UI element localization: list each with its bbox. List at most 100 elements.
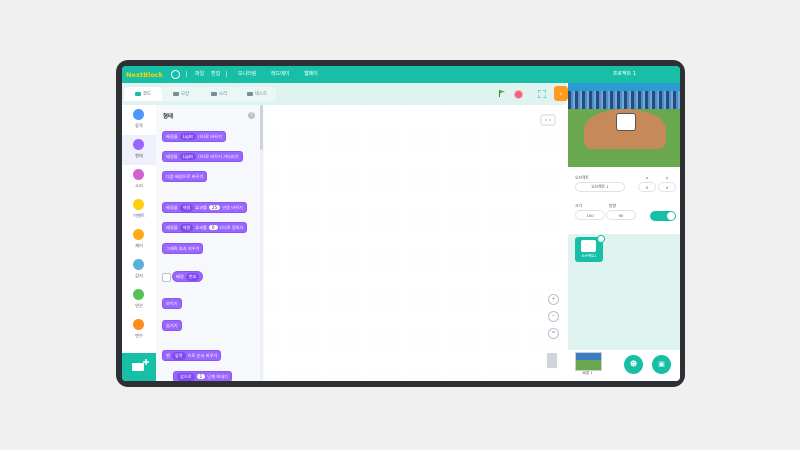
sprite-ghost-icon bbox=[540, 114, 556, 126]
category-dot bbox=[133, 289, 144, 300]
text-code-icon bbox=[246, 92, 253, 96]
logo-text: NextBlock bbox=[126, 70, 163, 79]
backdrop-dropdown[interactable]: Light bbox=[179, 153, 197, 160]
sprite-thumbnail bbox=[581, 240, 596, 252]
tab-text[interactable]: 텍스트 bbox=[238, 87, 276, 101]
fullscreen-icon[interactable] bbox=[538, 90, 546, 98]
number-name-dropdown[interactable]: 번호 bbox=[185, 272, 200, 281]
sprite-name-label: 오브젝트 bbox=[575, 175, 589, 180]
trash-icon[interactable] bbox=[547, 353, 557, 368]
zoom-in-icon[interactable]: + bbox=[548, 294, 559, 305]
backdrop-dropdown[interactable]: Light bbox=[179, 133, 197, 140]
help-icon[interactable]: ? bbox=[248, 112, 255, 119]
x-field[interactable]: 0 bbox=[638, 182, 656, 192]
category-sound[interactable]: 소리 bbox=[122, 165, 156, 195]
block-change-effect[interactable]: 배경을 색깔 효과를 25 만큼 바꾸기 bbox=[162, 202, 247, 213]
menu-monitoring[interactable]: 모니터링 bbox=[238, 70, 256, 77]
add-sprite-icon: ☻ bbox=[629, 360, 638, 368]
direction-label: 방향 bbox=[609, 203, 616, 208]
block-set-effect[interactable]: 배경을 색깔 효과를 0 (으)로 정하기 bbox=[162, 222, 248, 233]
tab-sounds[interactable]: 소리 bbox=[200, 87, 238, 101]
stop-icon[interactable] bbox=[514, 90, 523, 99]
speaker-icon bbox=[210, 92, 217, 96]
menu-file[interactable]: 파일 bbox=[195, 70, 204, 77]
palette-scrollbar[interactable] bbox=[260, 105, 263, 380]
monitor-checkbox[interactable] bbox=[162, 273, 171, 282]
category-dot bbox=[133, 259, 144, 270]
block-palette: 형태 ? 배경을 Light (으)로 바꾸기 배경을 Light (으)로 바꾸기 기… bbox=[156, 105, 265, 381]
block-switch-backdrop[interactable]: 배경을 Light (으)로 바꾸기 bbox=[162, 131, 226, 142]
category-dot bbox=[133, 169, 144, 180]
sprite-info-panel: 오브젝트 x y 오브젝트 1 0 0 크기 방향 100 90 bbox=[568, 167, 680, 235]
category-sensing[interactable]: 감지 bbox=[122, 255, 156, 285]
code-icon bbox=[134, 92, 141, 96]
block-show[interactable]: 보이기 bbox=[162, 298, 182, 309]
script-workspace[interactable] bbox=[264, 105, 566, 381]
block-backdrop-number[interactable]: 배경 번호 bbox=[172, 271, 204, 282]
category-control[interactable]: 제어 bbox=[122, 225, 156, 255]
block-clear-effects[interactable]: 그래픽 효과 지우기 bbox=[162, 243, 204, 254]
visibility-toggle[interactable] bbox=[650, 211, 676, 221]
category-operators[interactable]: 연산 bbox=[122, 285, 156, 315]
category-dot bbox=[133, 319, 144, 330]
menu-divider bbox=[226, 71, 227, 77]
category-variables[interactable]: 변수 bbox=[122, 315, 156, 345]
effect-dropdown[interactable]: 색깔 bbox=[179, 203, 194, 212]
direction-dropdown[interactable]: 앞으로 bbox=[177, 372, 195, 381]
effect-value-input[interactable]: 0 bbox=[208, 225, 218, 230]
direction-field[interactable]: 90 bbox=[606, 210, 636, 220]
layer-dropdown[interactable]: 앞쪽 bbox=[171, 351, 186, 360]
tab-code[interactable]: 코드 bbox=[124, 87, 162, 101]
stage-toggle-button[interactable]: › bbox=[554, 86, 568, 101]
sprite-name-field[interactable]: 오브젝트 1 bbox=[575, 182, 625, 192]
category-dot bbox=[133, 109, 144, 120]
sprite-card[interactable]: 오브젝트1 bbox=[575, 235, 605, 262]
backdrop-label: 배경 1 bbox=[582, 371, 593, 375]
block-categories: 동작 형태 소리 이벤트 제어 감지 연산 변수 bbox=[122, 105, 156, 381]
project-title[interactable]: 프로젝트 1 bbox=[613, 70, 636, 77]
globe-icon[interactable] bbox=[171, 70, 180, 79]
app-window: NextBlock 파일 편집 모니터링 레드메이 웹페이 프로젝트 1 코드 … bbox=[122, 66, 680, 381]
scroll-thumb[interactable] bbox=[260, 105, 263, 150]
block-go-to-layer[interactable]: 맨 앞쪽 으로 순서 바꾸기 bbox=[162, 350, 222, 361]
zoom-reset-icon[interactable]: = bbox=[548, 328, 559, 339]
tab-costumes[interactable]: 모양 bbox=[162, 87, 200, 101]
category-dot bbox=[133, 229, 144, 240]
category-looks[interactable]: 형태 bbox=[122, 135, 156, 165]
menu-edit[interactable]: 편집 bbox=[211, 70, 220, 77]
block-go-layers[interactable]: 앞으로 1 단계 보내기 bbox=[173, 371, 232, 381]
delete-sprite-icon[interactable] bbox=[597, 235, 605, 243]
menu-webpage[interactable]: 웹페이 bbox=[304, 70, 318, 77]
effect-amount-input[interactable]: 25 bbox=[208, 205, 221, 210]
add-extension-button[interactable] bbox=[122, 353, 156, 381]
category-events[interactable]: 이벤트 bbox=[122, 195, 156, 225]
add-extension-icon bbox=[132, 359, 149, 371]
category-motion[interactable]: 동작 bbox=[122, 105, 156, 135]
category-dot bbox=[133, 139, 144, 150]
top-menu-bar: NextBlock 파일 편집 모니터링 레드메이 웹페이 프로젝트 1 bbox=[122, 66, 680, 83]
add-backdrop-icon: ▣ bbox=[658, 360, 665, 368]
y-field[interactable]: 0 bbox=[658, 182, 676, 192]
sprite-card-name: 오브젝트1 bbox=[581, 254, 597, 258]
menu-divider bbox=[186, 71, 187, 77]
stage-crowd bbox=[568, 91, 680, 109]
size-label: 크기 bbox=[575, 203, 582, 208]
effect-dropdown[interactable]: 색깔 bbox=[179, 223, 194, 232]
size-field[interactable]: 100 bbox=[575, 210, 605, 220]
sprite-character[interactable] bbox=[616, 113, 636, 131]
add-backdrop-button[interactable]: ▣ bbox=[652, 355, 671, 374]
y-label: y bbox=[666, 175, 669, 180]
menu-redmay[interactable]: 레드메이 bbox=[271, 70, 289, 77]
palette-heading: 형태 bbox=[163, 114, 174, 120]
app-logo[interactable]: NextBlock bbox=[126, 69, 163, 80]
block-hide[interactable]: 숨기기 bbox=[162, 320, 182, 331]
add-sprite-button[interactable]: ☻ bbox=[624, 355, 643, 374]
layers-input[interactable]: 1 bbox=[196, 374, 206, 379]
block-switch-backdrop-wait[interactable]: 배경을 Light (으)로 바꾸기 기다리기 bbox=[162, 151, 243, 162]
green-flag-icon[interactable] bbox=[499, 90, 505, 97]
block-next-backdrop[interactable]: 다음 배경으로 바꾸기 bbox=[162, 171, 208, 182]
zoom-out-icon[interactable]: − bbox=[548, 311, 559, 322]
stage-canvas[interactable] bbox=[568, 83, 680, 167]
backdrop-thumbnail[interactable] bbox=[575, 352, 602, 371]
brush-icon bbox=[172, 92, 179, 96]
